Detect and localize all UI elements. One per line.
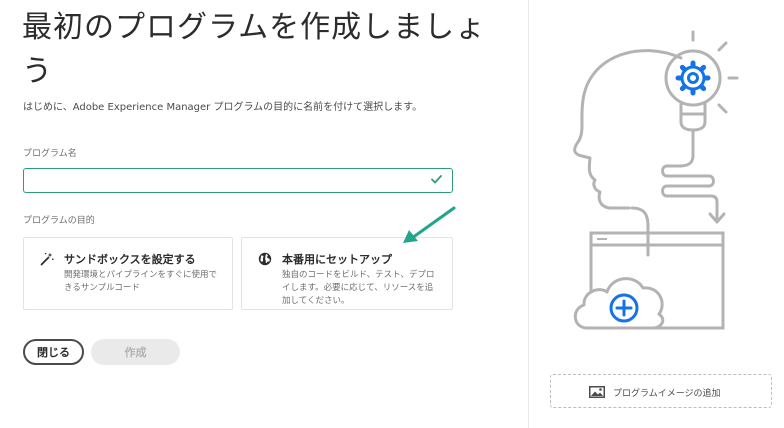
program-name-label: プログラム名	[23, 149, 77, 159]
sandbox-option-title: サンドボックスを設定する	[64, 253, 196, 266]
checkmark-icon	[431, 175, 442, 184]
program-name-field	[23, 168, 453, 193]
add-program-image-button[interactable]: プログラムイメージの追加	[550, 374, 772, 408]
sandbox-option-card[interactable]: サンドボックスを設定する 開発環境とパイプラインをすぐに使用できるサンプルコード	[23, 237, 233, 310]
add-program-image-label: プログラムイメージの追加	[613, 389, 721, 399]
globe-icon	[258, 252, 272, 266]
gear-icon	[675, 60, 711, 96]
callout-arrow-icon	[403, 206, 456, 243]
program-purpose-label: プログラムの目的	[23, 216, 95, 226]
program-name-input[interactable]	[24, 169, 435, 192]
page-subtitle: はじめに、Adobe Experience Manager プログラムの目的に名…	[23, 102, 423, 113]
production-option-description: 独自のコードをビルド、テスト、デプロイします。必要に応じて、リソースを追加してく…	[282, 270, 435, 306]
image-icon	[589, 386, 605, 398]
program-image-panel: プログラムイメージの追加	[529, 0, 784, 428]
magic-wand-icon	[40, 252, 54, 266]
create-program-form: 最初のプログラムを作成しましょう はじめに、Adobe Experience M…	[0, 0, 528, 428]
production-option-title: 本番用にセットアップ	[282, 253, 392, 266]
program-illustration	[573, 30, 739, 330]
close-button[interactable]: 閉じる	[23, 339, 84, 365]
production-option-card[interactable]: 本番用にセットアップ 独自のコードをビルド、テスト、デプロイします。必要に応じて…	[241, 237, 453, 310]
create-button[interactable]: 作成	[91, 339, 180, 365]
page-title: 最初のプログラムを作成しましょう	[22, 10, 487, 89]
sandbox-option-description: 開発環境とパイプラインをすぐに使用できるサンプルコード	[64, 270, 218, 293]
